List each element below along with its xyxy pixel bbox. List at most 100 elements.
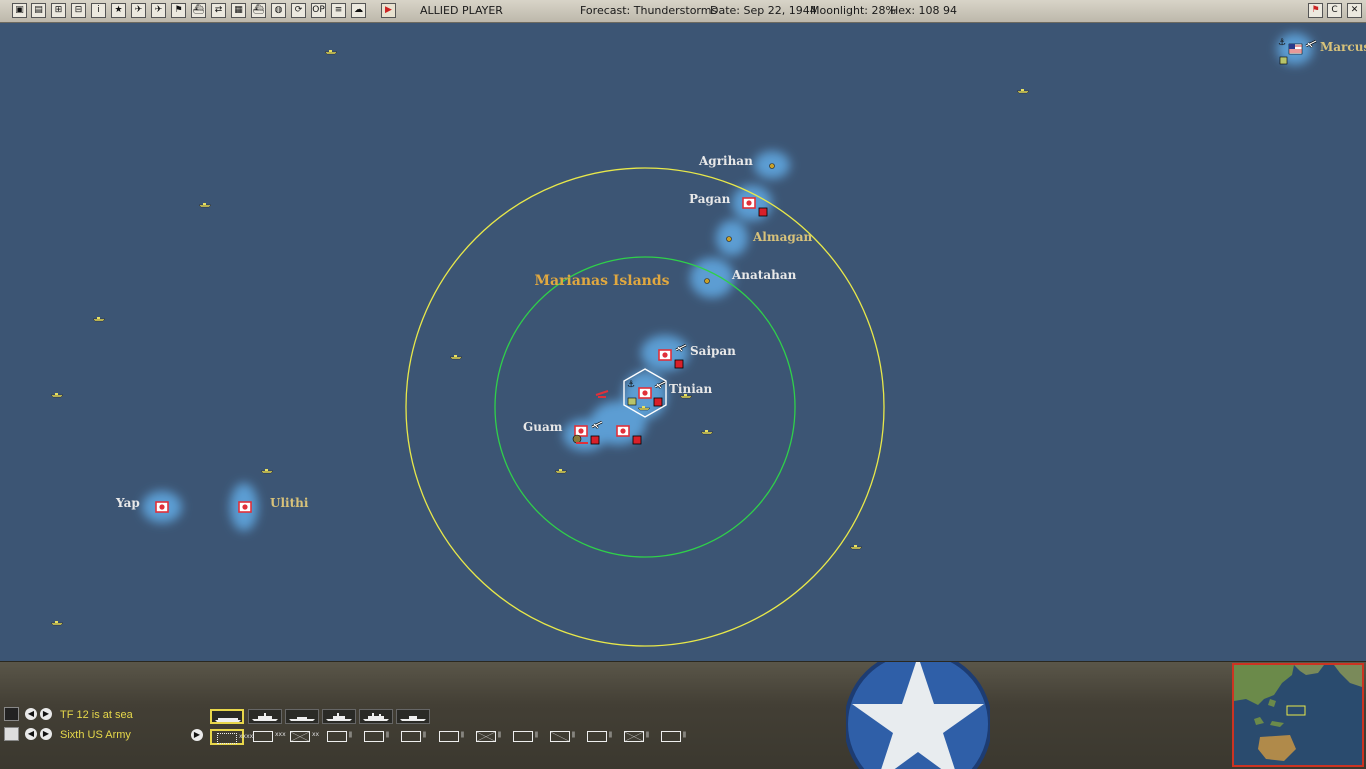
unit-slot-hq[interactable]: ǁ (322, 729, 356, 745)
aircraft-button[interactable]: ✈ (131, 3, 146, 18)
tinian-label: Tinian (669, 382, 713, 396)
guam-label: Guam (523, 420, 563, 434)
anchor-icon: ⚓ (627, 380, 635, 390)
tf-prev-button[interactable]: ◀ (25, 708, 37, 720)
map-button[interactable]: ▦ (231, 3, 246, 18)
ship-slot-battleship[interactable] (248, 709, 282, 724)
east-tf-ship[interactable] (700, 429, 714, 435)
guam-base[interactable] (574, 425, 588, 437)
fleet-button[interactable]: ⛴ (251, 3, 266, 18)
ship-marker[interactable] (260, 468, 274, 474)
air-groups-button[interactable]: ✈ (151, 3, 166, 18)
ship-slot-cruiser[interactable] (285, 709, 319, 724)
menu-button-1[interactable]: ▣ (12, 3, 27, 18)
ships-list-button[interactable]: ⊞ (51, 3, 66, 18)
map-canvas[interactable]: ⚓ ⚓ Marianas Islands Agrihan Pagan Almag… (0, 23, 1366, 661)
unit-slot-engineer[interactable]: ǁ (434, 729, 468, 745)
guam-land-unit[interactable] (572, 434, 582, 444)
ship-marker[interactable] (198, 202, 212, 208)
unit-slot-tank[interactable]: ǁ (656, 729, 690, 745)
pagan-label: Pagan (689, 192, 731, 206)
saipan-base[interactable] (658, 349, 672, 361)
army-next-button[interactable]: ▶ (40, 728, 52, 740)
op-button[interactable]: OP (311, 3, 326, 18)
task-force-icon[interactable] (4, 707, 19, 721)
ship-slot-transport[interactable] (359, 709, 393, 724)
list-button[interactable]: ≡ (331, 3, 346, 18)
ship-marker[interactable] (449, 354, 463, 360)
guam-east-base[interactable] (616, 425, 630, 437)
tinian-unit[interactable] (653, 397, 663, 407)
army-flag-icon[interactable] (4, 727, 19, 741)
anatahan-label: Anatahan (731, 268, 797, 282)
swap-button[interactable]: ⇄ (211, 3, 226, 18)
ship-slot-submarine[interactable] (396, 709, 430, 724)
flag-button[interactable]: ⚑ (171, 3, 186, 18)
agrihan-dot[interactable] (769, 163, 775, 169)
ship-marker[interactable] (92, 316, 106, 322)
marcus-anchor-icon: ⚓ (1278, 38, 1286, 48)
pagan-base[interactable] (742, 197, 756, 209)
air-units-button[interactable]: ★ (111, 3, 126, 18)
globe-button[interactable]: ◍ (271, 3, 286, 18)
ship-marker[interactable] (554, 468, 568, 474)
task-forces-button[interactable]: ⊟ (71, 3, 86, 18)
unit-slot-armored[interactable]: ǁ (508, 729, 542, 745)
agrihan-label: Agrihan (698, 154, 753, 168)
ship-marker[interactable] (849, 544, 863, 550)
ulithi-base[interactable] (238, 501, 252, 513)
ship-marker[interactable] (1016, 88, 1030, 94)
tf-next-button[interactable]: ▶ (40, 708, 52, 720)
army-prev-button[interactable]: ◀ (25, 728, 37, 740)
saipan-unit[interactable] (674, 359, 684, 369)
yap-label: Yap (115, 496, 140, 510)
ship-marker[interactable] (50, 620, 64, 626)
marcus-label: Marcus (1320, 40, 1366, 54)
tf-status-text[interactable]: TF 12 is at sea (60, 709, 133, 721)
moonlight-text: Moonlight: 28% (810, 4, 896, 17)
bottom-panel: ◀ ▶ TF 12 is at sea ◀ ▶ Sixth US Army ▶ … (0, 661, 1366, 769)
minimap[interactable] (1232, 663, 1364, 767)
hex-text: Hex: 108 94 (890, 4, 958, 17)
report-flag-button[interactable]: ⚑ (1308, 3, 1323, 18)
pagan-unit[interactable] (758, 207, 768, 217)
region-label: Marianas Islands (534, 273, 669, 289)
army-status-text[interactable]: Sixth US Army (60, 729, 131, 741)
ship-marker[interactable] (324, 49, 338, 55)
anatahan-dot[interactable] (704, 278, 710, 284)
guam-unit[interactable] (590, 435, 600, 445)
saipan-label: Saipan (690, 344, 736, 358)
unit-slot-infantry[interactable]: xx (285, 729, 319, 745)
combat-button[interactable]: C (1327, 3, 1342, 18)
us-roundel-emblem (846, 662, 990, 769)
info-button[interactable]: i (91, 3, 106, 18)
reports-button[interactable]: ▤ (31, 3, 46, 18)
unit-slot-artillery[interactable]: ǁ (582, 729, 616, 745)
unit-slot-infantry-3[interactable]: ǁ (619, 729, 653, 745)
ship-slot-destroyer[interactable] (322, 709, 356, 724)
unit-slot-armor[interactable]: ǁ (359, 729, 393, 745)
unit-row-next-button[interactable]: ▶ (191, 729, 203, 741)
close-button[interactable]: ✕ (1347, 3, 1362, 18)
yap-base[interactable] (155, 501, 169, 513)
ship-slot-carrier[interactable] (210, 709, 244, 724)
guam-east-unit[interactable] (632, 435, 642, 445)
cycle-button[interactable]: ⟳ (291, 3, 306, 18)
unit-slot-cavalry[interactable]: ǁ (545, 729, 579, 745)
weather-button[interactable]: ☁ (351, 3, 366, 18)
almagan-dot[interactable] (726, 236, 732, 242)
allied-unit-tinian[interactable] (627, 397, 637, 406)
forecast-text: Forecast: Thunderstorms (580, 4, 718, 17)
unit-slot-army[interactable]: xxxx (210, 729, 253, 745)
ulithi-label: Ulithi (270, 496, 309, 510)
ship-marker[interactable] (50, 392, 64, 398)
strategic-map[interactable]: ⚓ ⚓ Marianas Islands Agrihan Pagan Almag… (0, 23, 1366, 661)
enemy-air-icon[interactable] (595, 390, 609, 398)
end-turn-button[interactable]: ▶ (381, 3, 396, 18)
unit-slot-corps[interactable]: xxx (248, 729, 286, 745)
unit-slot-infantry-2[interactable]: ǁ (471, 729, 505, 745)
marcus-unit[interactable] (1279, 56, 1288, 65)
unit-slot-base[interactable]: ǁ (396, 729, 430, 745)
naval-button[interactable]: ⛴ (191, 3, 206, 18)
tinian-base[interactable] (638, 387, 652, 399)
